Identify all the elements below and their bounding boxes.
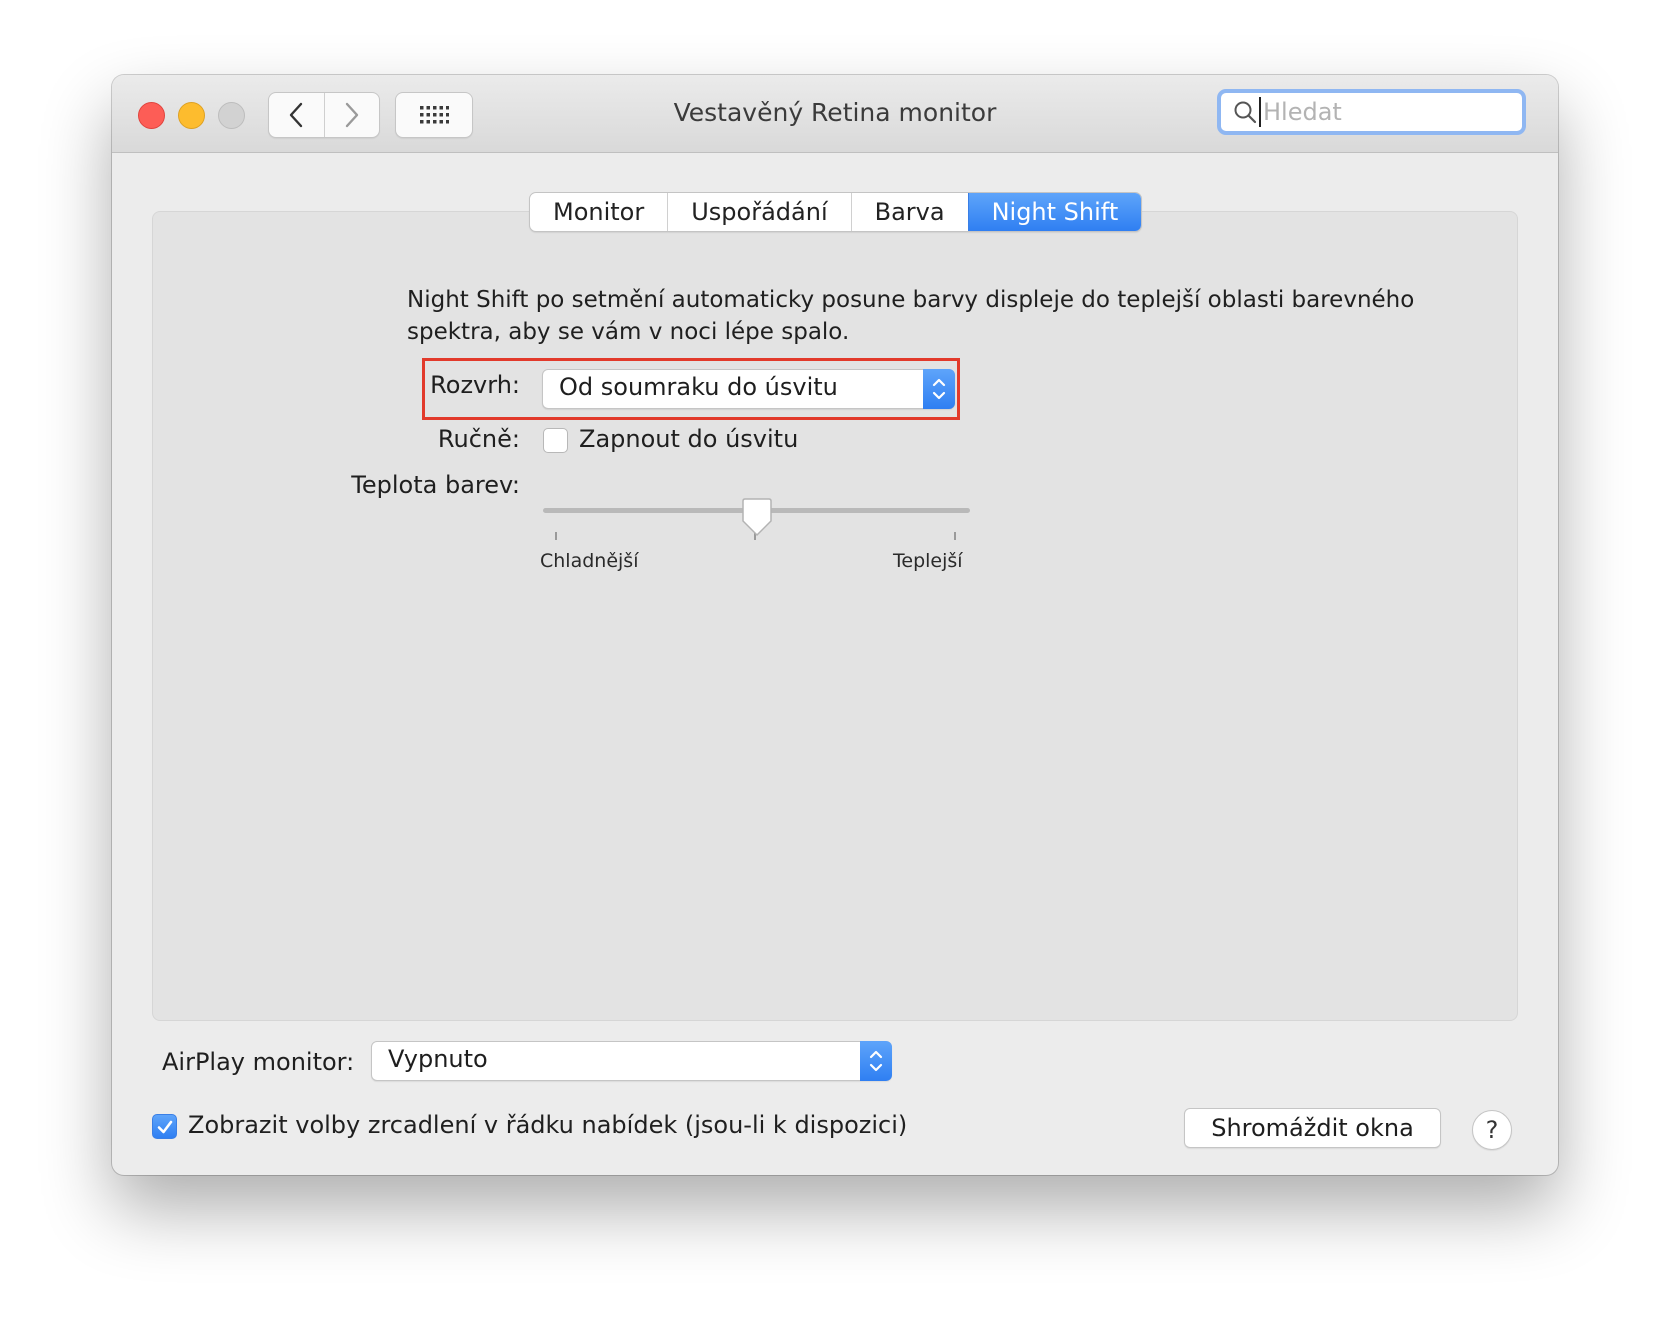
search-input[interactable] <box>1259 97 1505 127</box>
airplay-popup[interactable]: Vypnuto <box>371 1041 892 1081</box>
manual-checkbox[interactable] <box>543 428 568 453</box>
description-line-2: spektra, aby se vám v noci lépe spalo. <box>407 319 850 345</box>
airplay-popup-value: Vypnuto <box>388 1045 488 1073</box>
temperature-label: Teplota barev: <box>351 471 520 499</box>
manual-label: Ručně: <box>437 425 520 453</box>
system-preferences-window: Vestavěný Retina monitor Monitor Uspořád… <box>112 75 1558 1175</box>
airplay-label: AirPlay monitor: <box>162 1048 355 1076</box>
temperature-max-label: Teplejší <box>893 550 963 572</box>
title-bar: Vestavěný Retina monitor <box>112 75 1558 153</box>
manual-checkbox-label[interactable]: Zapnout do úsvitu <box>579 425 798 453</box>
tab-night-shift[interactable]: Night Shift <box>967 193 1142 231</box>
tab-arrangement[interactable]: Uspořádání <box>667 193 850 231</box>
slider-tick-min <box>555 532 557 540</box>
checkmark-icon <box>157 1120 172 1133</box>
mirror-options-checkbox[interactable] <box>152 1114 177 1139</box>
tab-color[interactable]: Barva <box>850 193 968 231</box>
gather-windows-button[interactable]: Shromáždit okna <box>1184 1108 1441 1148</box>
schedule-label: Rozvrh: <box>430 371 520 399</box>
search-icon <box>1233 100 1257 124</box>
mirror-options-label[interactable]: Zobrazit volby zrcadlení v řádku nabídek… <box>188 1111 907 1139</box>
temperature-min-label: Chladnější <box>540 550 639 572</box>
night-shift-description: Night Shift po setmění automaticky posun… <box>407 284 1507 348</box>
help-button[interactable]: ? <box>1472 1110 1512 1150</box>
temperature-slider-thumb[interactable] <box>741 497 773 537</box>
tab-monitor[interactable]: Monitor <box>530 193 667 231</box>
schedule-popup[interactable]: Od soumraku do úsvitu <box>542 369 955 409</box>
description-line-1: Night Shift po setmění automaticky posun… <box>407 287 1415 313</box>
tab-bar: Monitor Uspořádání Barva Night Shift <box>529 192 1143 232</box>
chevron-up-down-icon <box>860 1041 892 1081</box>
search-field[interactable] <box>1217 89 1526 135</box>
chevron-up-down-icon <box>923 369 955 409</box>
slider-tick-max <box>954 532 956 540</box>
schedule-popup-value: Od soumraku do úsvitu <box>559 373 838 401</box>
